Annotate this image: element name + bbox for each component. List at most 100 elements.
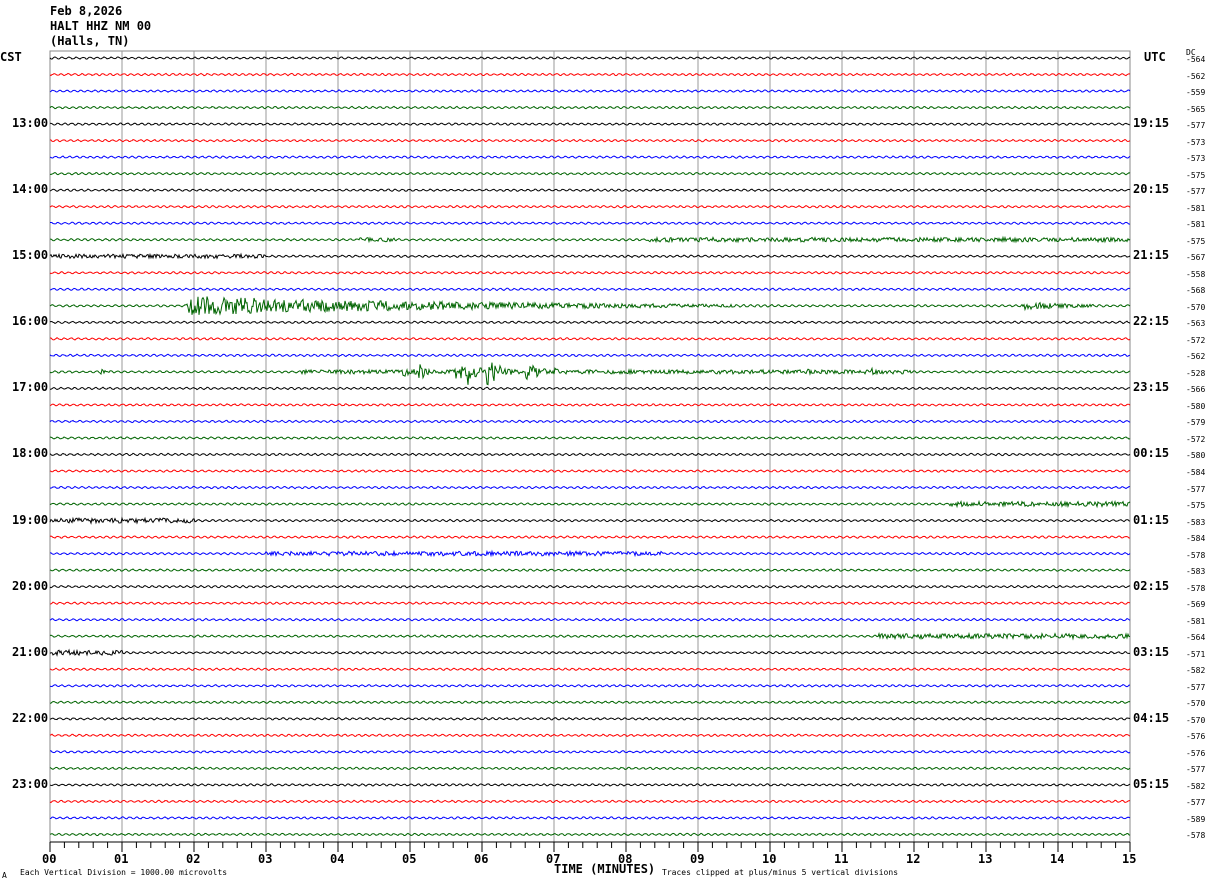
seismic-trace: [50, 235, 1131, 244]
seismic-trace: [49, 403, 1131, 407]
dc-offset: -558: [1186, 269, 1206, 279]
seismic-trace: [49, 783, 1131, 787]
dc-offset: -578: [1186, 583, 1206, 593]
plot-area: [49, 50, 1131, 852]
seismic-trace: [50, 337, 1131, 341]
dc-offset: -582: [1186, 666, 1206, 676]
seismic-trace: [49, 452, 1131, 457]
dc-offset: -577: [1186, 765, 1206, 775]
cst-hour-label: 17:00: [12, 380, 49, 395]
seismic-trace: [49, 799, 1131, 804]
x-tick-label: 04: [330, 852, 345, 866]
dc-offset: -572: [1186, 434, 1206, 444]
seismic-trace: [49, 766, 1131, 771]
seismic-trace: [49, 584, 1131, 589]
dc-offset: -581: [1186, 220, 1206, 230]
scale-note: Each Vertical Division = 1000.00 microvo…: [20, 868, 228, 877]
seismic-trace: [49, 816, 1131, 820]
seismic-trace: [49, 72, 1131, 77]
seismic-trace: [49, 188, 1131, 192]
seismic-trace: [49, 362, 1131, 386]
dc-offset: -578: [1186, 550, 1206, 560]
utc-hour-label: 02:15: [1133, 578, 1170, 593]
seismic-trace: [49, 535, 1130, 539]
seismic-trace: [49, 56, 1131, 60]
dc-offset: -577: [1186, 682, 1206, 692]
dc-offset: -581: [1186, 616, 1206, 626]
dc-offset: -569: [1186, 600, 1206, 610]
utc-hour-label: 05:15: [1133, 776, 1170, 791]
x-tick-label: 14: [1050, 852, 1065, 866]
x-tick-label: 01: [114, 852, 129, 866]
seismic-trace: [50, 221, 1131, 226]
seismic-trace: [50, 549, 1131, 558]
dc-offset: -562: [1186, 71, 1206, 81]
dc-offset: -573: [1186, 137, 1206, 147]
utc-hour-label: 19:15: [1133, 116, 1170, 131]
seismic-trace: [49, 499, 1131, 509]
x-tick-label: 03: [258, 852, 273, 866]
seismic-trace: [49, 89, 1131, 93]
seismic-trace: [49, 138, 1131, 143]
x-tick-label: 05: [402, 852, 417, 866]
dc-offset: -582: [1186, 781, 1206, 791]
x-axis-label: TIME (MINUTES): [554, 862, 656, 876]
helicorder: Feb 8,2026 HALT HHZ NM 00 (Halls, TN) CS…: [0, 0, 1210, 886]
dc-offset: -576: [1186, 732, 1206, 742]
x-tick-label: 09: [690, 852, 705, 866]
dc-offset: -580: [1186, 401, 1206, 411]
utc-hour-label: 01:15: [1133, 512, 1170, 527]
x-tick-label: 10: [762, 852, 777, 866]
dc-offset: -577: [1186, 798, 1206, 808]
footer-mark: A: [2, 871, 7, 880]
cst-hour-label: 15:00: [12, 248, 49, 263]
dc-offset: -578: [1186, 831, 1206, 841]
seismic-trace: [49, 436, 1131, 440]
cst-hour-label: 23:00: [12, 776, 49, 791]
seismic-trace: [49, 155, 1131, 159]
cst-hour-label: 18:00: [12, 446, 49, 461]
cst-hour-label: 14:00: [12, 182, 49, 197]
seismic-trace: [49, 516, 1131, 525]
cst-hour-label: 20:00: [12, 578, 49, 593]
dc-offset: -573: [1186, 154, 1206, 164]
dc-offset: -563: [1186, 319, 1206, 329]
dc-offset: -580: [1186, 451, 1206, 461]
utc-hour-label: 20:15: [1133, 182, 1170, 197]
cst-hour-label: 19:00: [12, 512, 49, 527]
dc-offset: -568: [1186, 286, 1206, 296]
dc-offset: -570: [1186, 699, 1206, 709]
seismic-trace: [50, 386, 1130, 391]
dc-offset: -570: [1186, 715, 1206, 725]
cst-hour-label: 16:00: [12, 314, 49, 329]
seismic-trace: [49, 270, 1131, 275]
dc-offset: -583: [1186, 567, 1206, 577]
seismic-trace: [49, 733, 1131, 738]
utc-hour-label: 03:15: [1133, 644, 1170, 659]
seismic-trace: [49, 320, 1131, 325]
dc-offset: -564: [1186, 55, 1206, 64]
x-tick-label: 15: [1122, 852, 1137, 866]
dc-offset: -570: [1186, 302, 1206, 312]
plot-frame: [49, 50, 1131, 843]
seismic-trace: [49, 122, 1131, 126]
x-tick-label: 06: [474, 852, 489, 866]
seismic-trace: [49, 601, 1131, 605]
seismic-trace: [49, 631, 1131, 641]
dc-offset: -564: [1186, 633, 1206, 643]
dc-offset: -589: [1186, 814, 1206, 824]
dc-offset: -559: [1186, 88, 1206, 98]
x-tick-label: 00: [42, 852, 57, 866]
dc-offset: -577: [1186, 121, 1206, 131]
seismic-trace: [50, 485, 1131, 490]
x-tick-label: 12: [906, 852, 921, 866]
cst-hour-label: 13:00: [12, 116, 49, 131]
seismic-trace: [49, 717, 1131, 721]
utc-hour-label: 22:15: [1133, 314, 1170, 329]
seismic-trace: [49, 667, 1131, 672]
utc-hour-label: 23:15: [1133, 380, 1170, 395]
seismic-trace: [49, 568, 1131, 572]
seismic-trace: [49, 105, 1131, 110]
seismic-trace: [49, 469, 1131, 473]
clip-note: Traces clipped at plus/minus 5 vertical …: [662, 868, 899, 877]
